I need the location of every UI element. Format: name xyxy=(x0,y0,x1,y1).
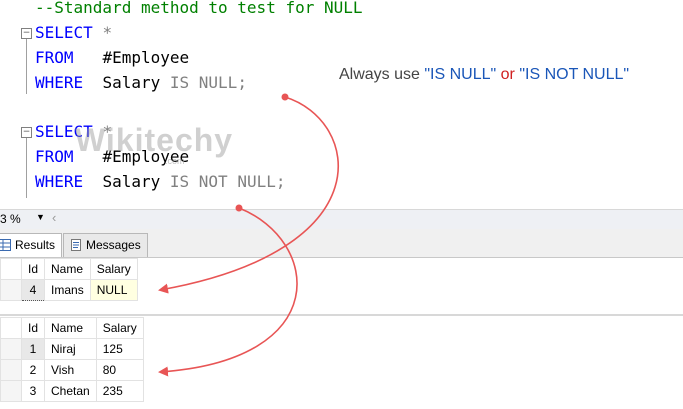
keyword-where: WHERE xyxy=(35,172,84,191)
grid-icon xyxy=(0,239,11,251)
zoom-dropdown-icon[interactable]: ▼ xyxy=(36,212,45,222)
fold-guide xyxy=(26,138,27,198)
keyword-null: NULL xyxy=(198,73,238,92)
tab-messages-label: Messages xyxy=(86,238,141,252)
tab-results[interactable]: Results xyxy=(0,233,63,257)
cell-name[interactable]: Chetan xyxy=(44,380,97,402)
column-header-salary[interactable]: Salary xyxy=(89,258,138,280)
fold-guide xyxy=(26,39,27,94)
watermark-text: Wikitechy xyxy=(75,122,234,158)
row-number-header xyxy=(0,258,22,280)
zoom-bar: 3 % ▼ ‹ xyxy=(0,209,683,229)
keyword-where: WHERE xyxy=(35,73,84,92)
table-row: 4 Imans NULL xyxy=(0,279,138,301)
table-row: 2 Vish 80 xyxy=(0,359,144,381)
message-icon xyxy=(71,239,81,251)
query1-select-line: SELECT * xyxy=(35,23,112,43)
semicolon: ; xyxy=(275,172,286,191)
row-selector[interactable] xyxy=(0,359,22,381)
column-header-salary[interactable]: Salary xyxy=(95,317,144,339)
table-name: #Employee xyxy=(102,48,190,67)
cell-salary[interactable]: 125 xyxy=(95,338,144,360)
cell-id[interactable]: 3 xyxy=(20,380,46,402)
scroll-left-icon[interactable]: ‹ xyxy=(52,210,56,225)
note-prefix: Always use xyxy=(339,66,425,83)
row-number-header xyxy=(0,317,22,339)
cell-salary[interactable]: NULL xyxy=(89,279,138,301)
cell-salary[interactable]: 80 xyxy=(95,359,144,381)
query1-from-line: FROM #Employee xyxy=(35,48,189,68)
result-table-2: Id Name Salary 1 Niraj 125 2 Vish 80 3 C… xyxy=(0,317,144,402)
cell-name[interactable]: Imans xyxy=(44,279,91,301)
query1-where-line: WHERE Salary IS NULL; xyxy=(35,73,247,93)
table-row: 3 Chetan 235 xyxy=(0,380,144,402)
collapse-query2-icon[interactable]: − xyxy=(21,127,32,138)
cell-name[interactable]: Niraj xyxy=(44,338,97,360)
select-star: * xyxy=(102,23,113,42)
table-header-row: Id Name Salary xyxy=(0,317,144,339)
table-row: 1 Niraj 125 xyxy=(0,338,144,360)
tab-results-label: Results xyxy=(15,238,56,252)
keyword-is: IS xyxy=(169,172,190,191)
row-selector[interactable] xyxy=(0,338,22,360)
keyword-select: SELECT xyxy=(35,23,93,42)
column-salary: Salary xyxy=(102,172,161,191)
cell-name[interactable]: Vish xyxy=(44,359,97,381)
watermark-logo: Wikitechy .com xyxy=(75,122,234,166)
annotation-note: Always use "IS NULL" or "IS NOT NULL" xyxy=(339,66,629,84)
keyword-is: IS xyxy=(169,73,190,92)
results-tabs: Results Messages xyxy=(0,229,683,258)
keyword-from: FROM xyxy=(35,147,74,166)
keyword-from: FROM xyxy=(35,48,74,67)
note-or: or xyxy=(496,66,520,83)
table-header-row: Id Name Salary xyxy=(0,258,138,280)
sql-editor[interactable]: --Standard method to test for NULL − SEL… xyxy=(0,0,683,209)
cell-id[interactable]: 4 xyxy=(20,279,46,301)
cell-id[interactable]: 1 xyxy=(20,338,46,360)
column-salary: Salary xyxy=(102,73,161,92)
cell-id[interactable]: 2 xyxy=(20,359,46,381)
result-grid-1: Id Name Salary 4 Imans NULL xyxy=(0,258,683,314)
cell-salary[interactable]: 235 xyxy=(95,380,144,402)
result-table-1: Id Name Salary 4 Imans NULL xyxy=(0,258,138,301)
keyword-null: NULL xyxy=(237,172,276,191)
column-header-name[interactable]: Name xyxy=(44,317,97,339)
row-selector[interactable] xyxy=(0,380,22,402)
column-header-name[interactable]: Name xyxy=(44,258,91,280)
keyword-not: NOT xyxy=(198,172,228,191)
tab-messages[interactable]: Messages xyxy=(63,233,148,257)
sql-comment: --Standard method to test for NULL xyxy=(35,0,363,17)
column-header-id[interactable]: Id xyxy=(20,317,46,339)
result-grid-2: Id Name Salary 1 Niraj 125 2 Vish 80 3 C… xyxy=(0,317,683,409)
query2-where-line: WHERE Salary IS NOT NULL; xyxy=(35,172,286,192)
note-is-not-null: "IS NOT NULL" xyxy=(519,66,630,83)
note-is-null: "IS NULL" xyxy=(424,66,497,83)
semicolon: ; xyxy=(237,73,247,92)
row-selector[interactable] xyxy=(0,279,22,301)
watermark-subtext: .com xyxy=(165,156,185,166)
column-header-id[interactable]: Id xyxy=(20,258,46,280)
grid-splitter[interactable] xyxy=(0,314,683,316)
zoom-level[interactable]: 3 % xyxy=(0,212,21,226)
collapse-query1-icon[interactable]: − xyxy=(21,28,32,39)
